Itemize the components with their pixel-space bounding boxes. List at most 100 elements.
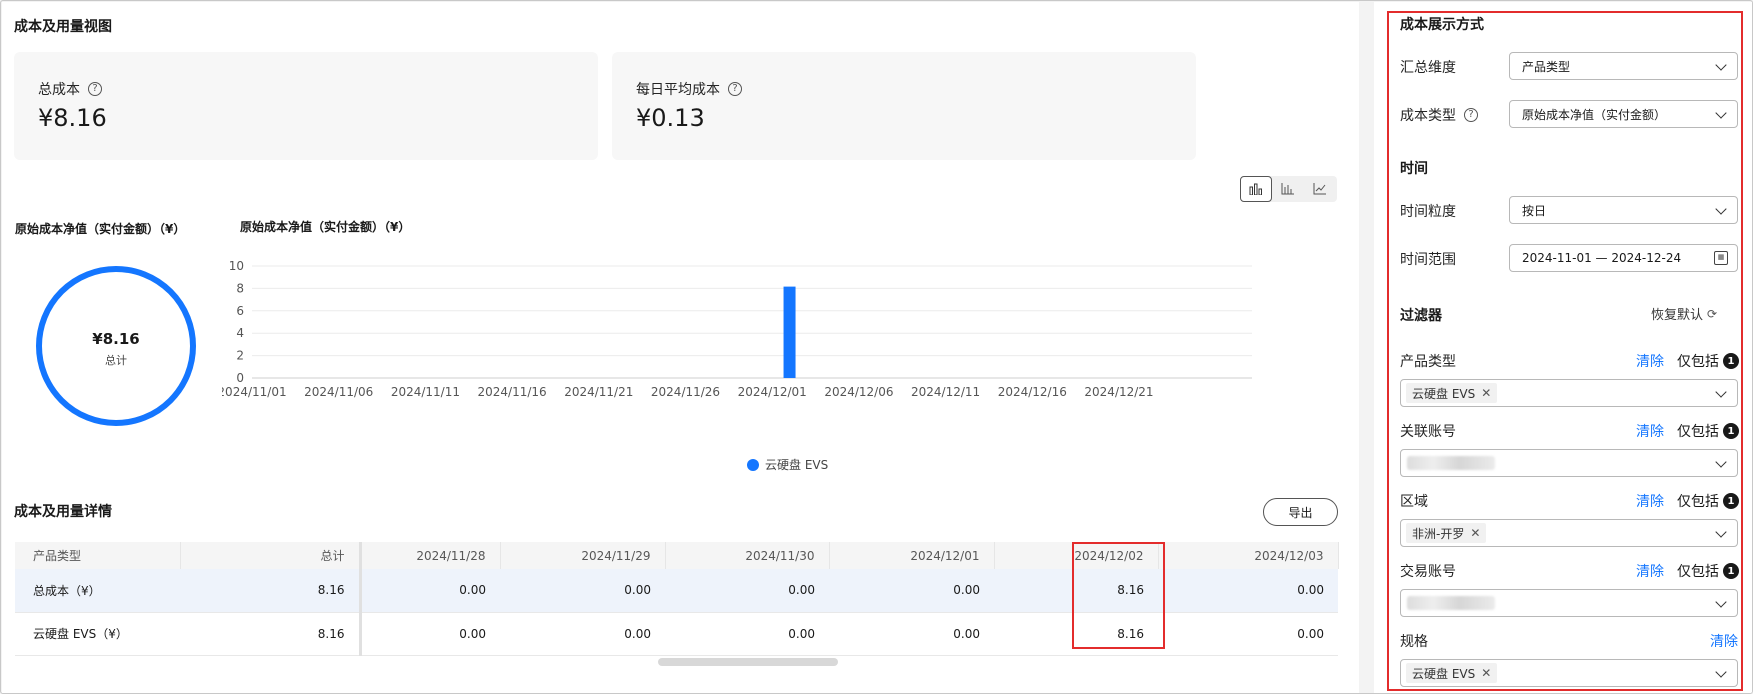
count-badge: 1 xyxy=(1723,423,1739,439)
export-button[interactable]: 导出 xyxy=(1263,498,1338,526)
cost-type-label: 成本类型? xyxy=(1400,105,1478,125)
count-badge: 1 xyxy=(1723,353,1739,369)
close-icon[interactable]: ✕ xyxy=(1470,526,1480,540)
date-range-picker[interactable]: 2024-11-01 — 2024-12-24 ▦ xyxy=(1509,244,1738,272)
column-header[interactable]: 2024/12/02 xyxy=(994,542,1159,569)
column-header[interactable]: 2024/11/29 xyxy=(500,542,666,569)
bar-chart-title: 原始成本净值（实付金额）（¥） xyxy=(240,220,411,234)
filter-label: 交易账号 xyxy=(1400,561,1456,581)
filter-select[interactable]: 非洲-开罗 ✕ xyxy=(1400,519,1738,547)
table-cell: 0.00 xyxy=(360,612,500,656)
cost-type-select[interactable]: 原始成本净值（实付金额） xyxy=(1509,100,1738,128)
column-header[interactable]: 总计 xyxy=(180,542,362,569)
kpi-total-cost: 总成本? ¥8.16 xyxy=(14,52,598,160)
kpi-value: ¥8.16 xyxy=(38,104,107,132)
bar-chart: 0 2 4 6 8 10 2024/11/01 2024/11/06 2024/11/11 202… xyxy=(222,259,1252,399)
tag-label: 非洲-开罗 xyxy=(1412,526,1465,541)
filter-tag: 云硬盘 EVS ✕ xyxy=(1406,663,1498,683)
filter-label-text: 规格 xyxy=(1400,634,1428,650)
filter-label: 区域 xyxy=(1400,491,1428,511)
refresh-icon: ⟳ xyxy=(1707,306,1718,321)
column-header[interactable]: 2024/11/30 xyxy=(665,542,830,569)
cost-type-label-text: 成本类型 xyxy=(1400,108,1456,124)
line-chart-icon[interactable] xyxy=(1304,176,1336,202)
display-mode-title: 成本展示方式 xyxy=(1400,17,1484,33)
range-label: 时间范围 xyxy=(1400,249,1456,269)
kpi-daily-avg-cost: 每日平均成本? ¥0.13 xyxy=(612,52,1196,160)
table-cell: 0.00 xyxy=(665,569,829,613)
granularity-label-text: 时间粒度 xyxy=(1400,204,1456,220)
table-cell: 0.00 xyxy=(665,612,829,656)
column-header[interactable]: 2024/11/28 xyxy=(360,542,501,569)
redacted-value xyxy=(1407,456,1495,470)
clear-link[interactable]: 清除 xyxy=(1636,561,1664,581)
table-row: 云硬盘 EVS（¥） 8.16 0.00 0.00 0.00 0.00 8.16… xyxy=(15,612,1338,656)
help-icon[interactable]: ? xyxy=(88,82,102,96)
table-cell: 8.16 xyxy=(994,569,1158,613)
y-tick-label: 4 xyxy=(236,326,244,340)
agg-value: 产品类型 xyxy=(1522,59,1571,74)
agg-select[interactable]: 产品类型 xyxy=(1509,52,1738,80)
filter-select[interactable]: 云硬盘 EVS ✕ xyxy=(1400,659,1738,687)
horizontal-scrollbar[interactable] xyxy=(658,658,838,666)
column-header[interactable]: 产品类型 xyxy=(15,542,181,569)
clear-link[interactable]: 清除 xyxy=(1636,491,1664,511)
table-cell: 总成本（¥） xyxy=(15,569,180,613)
y-tick-label: 6 xyxy=(236,304,244,318)
bar-stack-icon[interactable] xyxy=(1240,176,1272,202)
table-cell: 0.00 xyxy=(829,569,994,613)
clear-link[interactable]: 清除 xyxy=(1636,351,1664,371)
tag-label: 云硬盘 EVS xyxy=(1412,666,1476,681)
x-tick-label: 2024/11/01 xyxy=(222,385,287,399)
close-icon[interactable]: ✕ xyxy=(1481,666,1491,680)
filter-label: 产品类型 xyxy=(1400,351,1456,371)
granularity-value: 按日 xyxy=(1522,203,1547,218)
close-icon[interactable]: ✕ xyxy=(1481,386,1491,400)
table-cell: 0.00 xyxy=(829,612,994,656)
reset-label: 恢复默认 xyxy=(1651,308,1704,323)
count-badge: 1 xyxy=(1723,563,1739,579)
y-tick-label: 2 xyxy=(236,349,244,363)
table-cell: 0.00 xyxy=(360,569,500,613)
table-cell: 0.00 xyxy=(500,569,665,613)
tag-label: 云硬盘 EVS xyxy=(1412,386,1476,401)
chevron-down-icon xyxy=(1715,59,1727,71)
column-header[interactable]: 2024/12/01 xyxy=(829,542,995,569)
granularity-label: 时间粒度 xyxy=(1400,201,1456,221)
only-include-toggle[interactable]: 仅包括 1 xyxy=(1677,351,1739,371)
only-include-toggle[interactable]: 仅包括 1 xyxy=(1677,561,1739,581)
chevron-down-icon xyxy=(1715,107,1727,119)
chevron-down-icon xyxy=(1715,386,1727,398)
table-cell: 0.00 xyxy=(500,612,665,656)
table-cell: 0.00 xyxy=(1158,612,1338,656)
reset-default-button[interactable]: 恢复默认 ⟳ xyxy=(1651,304,1718,324)
bar-chart-icon[interactable] xyxy=(1272,176,1304,202)
filter-select[interactable] xyxy=(1400,589,1738,617)
chart-legend[interactable]: 云硬盘 EVS xyxy=(747,456,828,473)
chevron-down-icon xyxy=(1715,203,1727,215)
clear-link[interactable]: 清除 xyxy=(1710,631,1738,651)
only-include-toggle[interactable]: 仅包括 1 xyxy=(1677,421,1739,441)
only-label: 仅包括 xyxy=(1677,354,1719,370)
filter-label-text: 区域 xyxy=(1400,494,1428,510)
help-icon[interactable]: ? xyxy=(728,82,742,96)
donut-title: 原始成本净值（实付金额）（¥） xyxy=(15,222,186,236)
filter-select[interactable]: 云硬盘 EVS ✕ xyxy=(1400,379,1738,407)
chevron-down-icon xyxy=(1715,666,1727,678)
column-header[interactable]: 2024/12/03 xyxy=(1158,542,1339,569)
clear-link[interactable]: 清除 xyxy=(1636,421,1664,441)
only-include-toggle[interactable]: 仅包括 1 xyxy=(1677,491,1739,511)
chevron-down-icon xyxy=(1715,526,1727,538)
granularity-select[interactable]: 按日 xyxy=(1509,196,1738,224)
range-label-text: 时间范围 xyxy=(1400,252,1456,268)
x-tick-label: 2024/12/21 xyxy=(1084,385,1153,399)
legend-label: 云硬盘 EVS xyxy=(765,458,829,472)
chevron-down-icon xyxy=(1715,596,1727,608)
help-icon[interactable]: ? xyxy=(1464,108,1478,122)
filter-select[interactable] xyxy=(1400,449,1738,477)
x-tick-label: 2024/12/06 xyxy=(824,385,893,399)
table-cell: 8.16 xyxy=(180,569,362,613)
count-badge: 1 xyxy=(1723,493,1739,509)
filter-label: 规格 xyxy=(1400,631,1428,651)
table-cell: 云硬盘 EVS（¥） xyxy=(15,612,180,656)
